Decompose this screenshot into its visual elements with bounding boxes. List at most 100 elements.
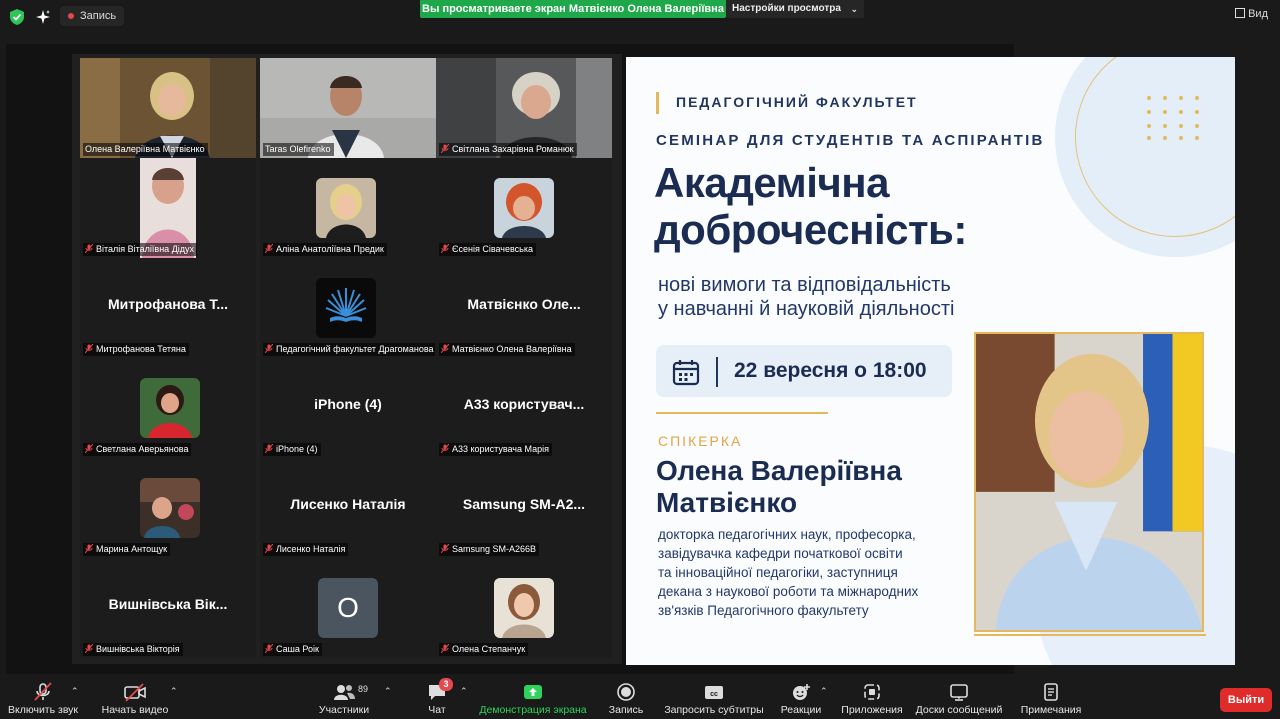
zoom-meeting-window: Запись Вы просматриваете экран Матвієнко… xyxy=(0,0,1280,719)
chevron-up-icon[interactable]: ⌃ xyxy=(71,686,79,697)
participant-tile[interactable]: Єсенія Сівачевська xyxy=(436,158,612,258)
unmute-button[interactable]: Включить звук xyxy=(6,676,80,719)
notes-icon xyxy=(1044,683,1058,701)
share-screen-label: Демонстрация экрана xyxy=(479,704,587,716)
apps-button[interactable]: Приложения xyxy=(838,676,906,719)
participant-name-text: iPhone (4) xyxy=(276,444,318,454)
unmute-label: Включить звук xyxy=(7,704,79,716)
record-button[interactable]: Запись xyxy=(604,676,648,719)
participant-name: Вишнівська Вікторія xyxy=(83,643,183,656)
mic-off-icon xyxy=(265,344,273,353)
participant-name: Светлана Аверьянова xyxy=(83,443,192,456)
participant-tile[interactable]: Марина Антощук xyxy=(80,458,256,558)
mic-off-icon xyxy=(441,144,449,153)
slide-subtitle-line: у навчанні й науковій діяльності xyxy=(658,298,955,320)
participant-name-text: Єсенія Сівачевська xyxy=(452,244,534,254)
participant-display-name: iPhone (4) xyxy=(314,396,382,412)
recording-dot-icon xyxy=(68,13,74,19)
reactions-label: Реакции xyxy=(780,704,822,716)
speaker-bio-line: докторка педагогічних наук, професорка, xyxy=(658,527,916,542)
svg-text:cc: cc xyxy=(710,691,718,698)
calendar-icon xyxy=(672,360,700,386)
share-screen-button[interactable]: Демонстрация экрана xyxy=(478,676,588,719)
chevron-up-icon[interactable]: ⌃ xyxy=(820,686,828,697)
apps-icon xyxy=(864,684,880,700)
chevron-down-icon: ⌄ xyxy=(850,4,858,14)
slide-title-line: доброчесність: xyxy=(654,206,967,253)
slide-subtitle-line: нові вимоги та відповідальність xyxy=(658,274,951,296)
slide-faculty: ПЕДАГОГІЧНИЙ ФАКУЛЬТЕТ xyxy=(676,94,918,110)
record-icon xyxy=(617,683,635,701)
mic-off-icon xyxy=(441,344,449,353)
mic-off-icon xyxy=(265,544,273,553)
participant-display-name: Митрофанова Т... xyxy=(107,296,228,312)
message-boards-button[interactable]: Доски сообщений xyxy=(914,676,1004,719)
chevron-up-icon[interactable]: ⌃ xyxy=(460,686,468,697)
participant-tile[interactable]: iPhone (4) iPhone (4) xyxy=(260,358,436,458)
chevron-up-icon[interactable]: ⌃ xyxy=(170,686,178,697)
mic-off-icon xyxy=(85,644,93,653)
avatar: О xyxy=(318,578,378,638)
participant-tile[interactable]: Віталія Віталіївна Дідух xyxy=(80,158,256,258)
participant-tile[interactable]: Лисенко Наталія Лисенко Наталія xyxy=(260,458,436,558)
mic-off-icon xyxy=(441,544,449,553)
mic-muted-icon xyxy=(34,682,52,701)
view-button[interactable]: Вид xyxy=(1235,8,1268,20)
participant-name: Марина Антощук xyxy=(83,543,171,556)
participant-name: Саша Роік xyxy=(263,643,322,656)
participants-button[interactable]: Участники xyxy=(316,676,372,719)
mic-off-icon xyxy=(265,644,273,653)
recording-label: Запись xyxy=(80,10,117,22)
participant-name-text: Марина Антощук xyxy=(96,544,168,554)
participant-name-text: Педагогічний факультет Драгоманова xyxy=(276,344,434,354)
notes-button[interactable]: Примечания xyxy=(1016,676,1086,719)
chat-label: Чат xyxy=(428,704,446,716)
participant-name: Митрофанова Тетяна xyxy=(83,343,189,356)
record-label: Запись xyxy=(608,704,644,716)
participant-tile[interactable]: Світлана Захарівна Романюк xyxy=(436,58,612,158)
shield-icon[interactable] xyxy=(8,8,26,26)
chevron-up-icon[interactable]: ⌃ xyxy=(384,686,392,697)
participant-tile[interactable]: A33 користувач... A33 користувача Марія xyxy=(436,358,612,458)
participant-name-text: Лисенко Наталія xyxy=(276,544,346,554)
participant-tile[interactable]: Вишнівська Вік... Вишнівська Вікторія xyxy=(80,558,256,658)
participant-tile[interactable]: Педагогічний факультет Драгоманова xyxy=(260,258,436,358)
speaker-bio-line: декана з наукової роботи та міжнародних xyxy=(658,584,919,599)
leave-button[interactable]: Выйти xyxy=(1220,688,1272,712)
participant-tile[interactable]: Аліна Анатоліївна Предик xyxy=(260,158,436,258)
start-video-button[interactable]: Начать видео xyxy=(98,676,172,719)
divider xyxy=(974,634,1206,636)
participant-tile[interactable]: Samsung SM-A2... Samsung SM-A266B xyxy=(436,458,612,558)
view-settings-button[interactable]: Настройки просмотра ⌄ xyxy=(726,0,864,18)
avatar xyxy=(316,178,376,238)
participants-icon xyxy=(334,685,355,700)
participant-tile[interactable]: Олена Степанчук xyxy=(436,558,612,658)
request-captions-button[interactable]: cc Запросить субтитры xyxy=(664,676,764,719)
slide-title: Академічна доброчесність: xyxy=(654,159,967,253)
mic-off-icon xyxy=(441,444,449,453)
participant-name-text: Саша Роік xyxy=(276,644,319,654)
participant-name-text: Аліна Анатоліївна Предик xyxy=(276,244,384,254)
participant-tile[interactable]: Светлана Аверьянова xyxy=(80,358,256,458)
recording-indicator[interactable]: Запись xyxy=(60,6,125,26)
screen-share-banner: Вы просматриваете экран Матвієнко Олена … xyxy=(420,0,726,18)
mic-off-icon xyxy=(85,544,93,553)
decorative-dots-icon xyxy=(1147,96,1199,140)
participant-tile[interactable]: Taras Olefirenko xyxy=(260,58,436,158)
participant-tile[interactable]: Олена Валеріївна Матвієнко xyxy=(80,58,256,158)
ai-sparkle-icon[interactable] xyxy=(34,8,52,26)
participant-name: Педагогічний факультет Драгоманова xyxy=(263,343,435,356)
participant-name-text: Світлана Захарівна Романюк xyxy=(452,144,574,154)
view-settings-label: Настройки просмотра xyxy=(732,3,841,14)
participant-tile[interactable]: Матвієнко Оле... Матвієнко Олена Валерії… xyxy=(436,258,612,358)
reactions-button[interactable]: Реакции xyxy=(778,676,824,719)
mic-off-icon xyxy=(441,244,449,253)
participant-tile[interactable]: О Саша Роік xyxy=(260,558,436,658)
speaker-bio-line: зв'язків Педагогічного факультету xyxy=(658,603,869,618)
message-board-icon xyxy=(950,684,968,701)
captions-icon: cc xyxy=(705,686,723,699)
participant-name-text: Матвієнко Олена Валеріївна xyxy=(452,344,572,354)
participant-name: Матвієнко Олена Валеріївна xyxy=(439,343,575,356)
participant-tile[interactable]: Митрофанова Т... Митрофанова Тетяна xyxy=(80,258,256,358)
participant-name: Світлана Захарівна Романюк xyxy=(439,143,577,156)
